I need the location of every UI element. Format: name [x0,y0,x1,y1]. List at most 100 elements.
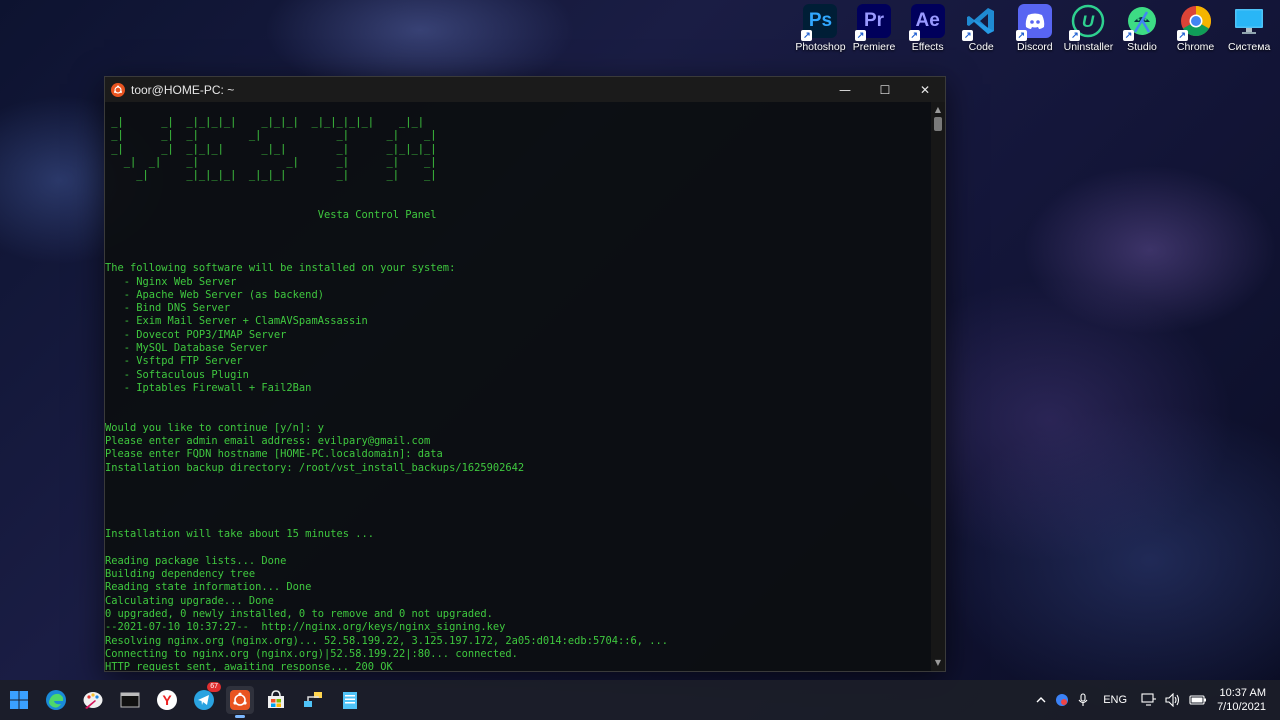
desktop-icon-discord[interactable]: ↗ Discord [1008,4,1062,53]
taskbar-notepad[interactable] [336,686,364,714]
terminal-line: Reading state information... Done [105,581,312,594]
desktop-icon-label: Premiere [852,41,896,53]
after-effects-icon: Ae ↗ [908,4,945,41]
microphone-icon [1078,693,1088,706]
terminal-line: Building dependency tree [105,568,256,581]
desktop-icon-system[interactable]: Система [1222,4,1276,53]
svg-text:U: U [1082,12,1095,31]
volume-button[interactable] [1165,693,1181,707]
desktop-icon-vscode[interactable]: ↗ Code [954,4,1008,53]
terminal-line: _| _| _|_|_|_| _|_|_| _|_|_|_|_| _|_| [105,116,425,128]
terminal-line: - Exim Mail Server + ClamAVSpamAssassin [105,315,368,328]
window-titlebar[interactable]: toor@HOME-PC: ~ — ☐ ✕ [105,77,945,102]
vscode-icon: ↗ [962,4,998,41]
terminal-line: - Nginx Web Server [105,275,237,288]
taskbar-store[interactable] [262,686,290,714]
terminal-line: Calculating upgrade... Done [105,594,274,607]
terminal-line: - Apache Web Server (as backend) [105,288,324,301]
taskbar-paint[interactable] [79,686,107,714]
terminal-line: _| _| _| _| _| _| _| [105,155,437,168]
microphone-button[interactable] [1077,693,1089,707]
terminal-line: - Vsftpd FTP Server [105,355,243,368]
clock-date: 7/10/2021 [1217,701,1266,713]
terminal-output[interactable]: _| _| _|_|_|_| _|_|_| _|_|_|_|_| _|_| _|… [105,102,931,671]
taskbar-ubuntu[interactable] [226,686,254,718]
close-button[interactable]: ✕ [905,77,945,102]
maximize-button[interactable]: ☐ [865,77,905,102]
terminal-line: Installation backup directory: /root/vst… [105,461,525,474]
premiere-icon: Pr ↗ [855,4,892,41]
uninstaller-icon: U ↗ [1069,4,1105,41]
terminal-window[interactable]: toor@HOME-PC: ~ — ☐ ✕ _| _| _|_|_|_| _|_… [104,76,946,672]
notification-badge: 67 [207,682,221,692]
scrollbar-thumb[interactable] [934,117,942,131]
svg-text:Y: Y [162,692,172,708]
desktop-icon-android-studio[interactable]: ↗ Studio [1115,4,1169,53]
terminal-line: Would you like to continue [y/n]: y [105,421,324,434]
battery-charging-icon [1189,695,1207,705]
desktop-shortcuts: Ps ↗ Photoshop Pr ↗ Premiere Ae ↗ Effects ↗… [794,4,1276,53]
terminal-line: Please enter FQDN hostname [HOME-PC.loca… [105,448,443,461]
taskbar-network-tool[interactable] [299,686,327,714]
window-controls: — ☐ ✕ [825,77,945,102]
scroll-up-icon[interactable]: ▲ [931,104,945,116]
taskbar-terminal[interactable] [116,686,144,714]
minimize-button[interactable]: — [825,77,865,102]
yandex-browser-icon: Y [157,690,177,710]
terminal-line: 0 upgraded, 0 newly installed, 0 to remo… [105,607,493,620]
photoshop-icon: Ps ↗ [801,4,838,41]
desktop-icon-after-effects[interactable]: Ae ↗ Effects [901,4,955,53]
taskbar-telegram[interactable]: 67 [190,682,221,714]
tray-app-button[interactable] [1055,693,1069,707]
clock[interactable]: 10:37 AM 7/10/2021 [1217,686,1266,714]
desktop-icon-label: Система [1228,41,1271,53]
terminal-line: - MySQL Database Server [105,342,268,355]
desktop-icon-premiere[interactable]: Pr ↗ Premiere [847,4,901,53]
scroll-down-icon[interactable]: ▼ [931,657,945,669]
telegram-icon [194,690,214,710]
network-status-icon [1141,693,1157,706]
terminal-line: _| _|_|_|_| _|_|_| _| _| _| [105,169,437,182]
terminal-line: HTTP request sent, awaiting response... … [105,661,393,671]
palette-icon [83,692,103,709]
desktop-icon-photoshop[interactable]: Ps ↗ Photoshop [794,4,848,53]
desktop-icon-label: Code [968,41,994,53]
terminal-line: - Iptables Firewall + Fail2Ban [105,381,312,394]
terminal-line: - Softaculous Plugin [105,368,249,381]
terminal-line: Please enter admin email address: evilpa… [105,435,431,448]
edge-icon [46,690,66,710]
clock-time: 10:37 AM [1219,687,1266,699]
desktop-icon-label: Discord [1017,41,1053,53]
desktop-icon-chrome[interactable]: ↗ Chrome [1169,4,1223,53]
terminal-line: The following software will be installed… [105,262,456,275]
network-button[interactable] [1141,693,1157,707]
terminal-line: Connecting to nginx.org (nginx.org)|52.5… [105,647,518,660]
speaker-icon [1165,693,1180,707]
terminal-scrollbar[interactable]: ▲ ▼ [931,102,945,671]
start-button[interactable] [5,686,33,714]
notepad-icon [343,692,357,709]
discord-icon: ↗ [1015,4,1052,41]
terminal-line: Reading package lists... Done [105,554,287,567]
language-indicator[interactable]: ENG [1103,694,1127,706]
taskbar-yandex[interactable]: Y [153,686,181,714]
battery-button[interactable] [1189,694,1207,706]
terminal-line: Resolving nginx.org (nginx.org)... 52.58… [105,634,669,647]
monitor-icon [1232,4,1266,38]
terminal-line: _| _| _|_|_| _|_| _| _|_|_|_| [105,142,437,155]
android-studio-icon: ↗ [1123,4,1159,41]
desktop-icon-label: Uninstaller [1063,41,1114,53]
desktop-icon-uninstaller[interactable]: U ↗ Uninstaller [1062,4,1116,53]
taskbar-edge[interactable] [42,686,70,714]
show-hidden-icons-button[interactable] [1035,694,1047,706]
